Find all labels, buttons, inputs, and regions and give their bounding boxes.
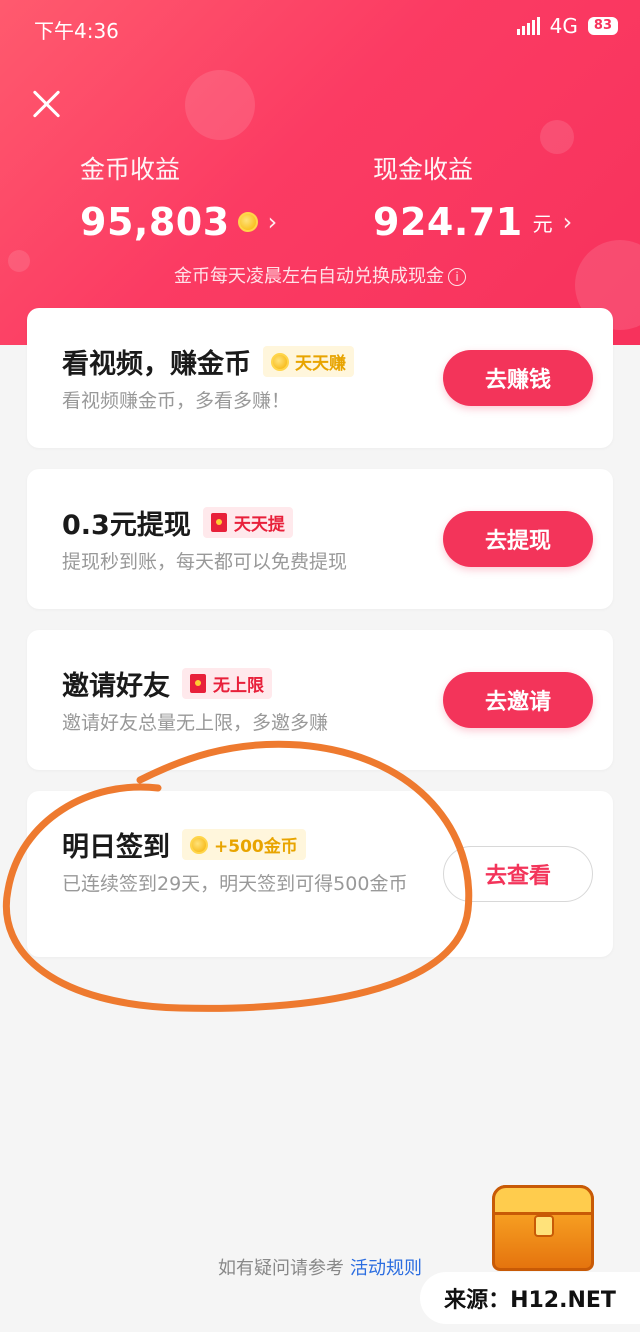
earnings-header: 下午4:36 4G 83 金币收益 95,803 › 现金收益 924.71 元… xyxy=(0,0,640,345)
coin-earnings-label: 金币收益 xyxy=(80,155,181,184)
status-right: 4G 83 xyxy=(516,14,618,38)
task-desc: 看视频赚金币，多看多赚！ xyxy=(62,390,291,412)
task-title: 0.3元提现 xyxy=(62,510,191,541)
chest-lid xyxy=(492,1185,594,1215)
footer-prefix: 如有疑问请参考 xyxy=(218,1258,344,1279)
red-envelope-icon xyxy=(210,513,227,532)
exchange-notice-text: 金币每天凌晨左右自动兑换成现金 xyxy=(174,266,444,287)
earn-money-button[interactable]: 去赚钱 xyxy=(443,350,593,406)
status-bar: 下午4:36 4G 83 xyxy=(0,0,640,54)
cash-unit: 元 xyxy=(532,211,553,236)
decor-bubble xyxy=(185,70,255,140)
task-title: 看视频，赚金币 xyxy=(62,349,251,380)
annotation-circle xyxy=(3,740,473,1012)
task-card-watch-video: 看视频，赚金币 天天赚 看视频赚金币，多看多赚！ 去赚钱 xyxy=(27,308,613,448)
exchange-notice: 金币每天凌晨左右自动兑换成现金 i xyxy=(0,262,640,288)
info-icon[interactable]: i xyxy=(448,268,466,286)
network-type: 4G xyxy=(549,14,578,38)
source-watermark: 来源：H12.NET xyxy=(420,1272,640,1324)
coin-earnings-value: 95,803 xyxy=(80,200,230,244)
lock-icon xyxy=(534,1215,554,1237)
task-title: 邀请好友 xyxy=(62,671,170,702)
task-tag-label: 无上限 xyxy=(213,676,264,696)
task-desc: 邀请好友总量无上限，多邀多赚 xyxy=(62,712,329,734)
rules-link[interactable]: 活动规则 xyxy=(350,1258,422,1279)
chevron-right-icon: › xyxy=(267,208,278,236)
withdraw-button[interactable]: 去提现 xyxy=(443,511,593,567)
close-icon[interactable] xyxy=(30,88,62,120)
task-tag: 无上限 xyxy=(182,668,272,699)
task-tag: 天天提 xyxy=(202,507,293,538)
invite-button[interactable]: 去邀请 xyxy=(443,672,593,728)
task-tag-label: 天天赚 xyxy=(295,354,346,374)
decor-bubble xyxy=(540,120,574,154)
signal-icon xyxy=(516,17,540,35)
cash-earnings-label: 现金收益 xyxy=(373,155,474,184)
red-envelope-icon xyxy=(190,674,206,693)
task-card-withdraw: 0.3元提现 天天提 提现秒到账，每天都可以免费提现 去提现 xyxy=(27,469,613,609)
task-tag: 天天赚 xyxy=(263,346,354,377)
coin-icon xyxy=(271,352,289,371)
coin-icon xyxy=(237,212,258,232)
coin-earnings[interactable]: 金币收益 95,803 › xyxy=(80,150,277,244)
battery-icon: 83 xyxy=(587,17,618,35)
cash-earnings[interactable]: 现金收益 924.71 元 › xyxy=(373,150,572,244)
chevron-right-icon: › xyxy=(562,208,573,236)
task-tag-label: 天天提 xyxy=(233,515,285,535)
status-time: 下午4:36 xyxy=(34,19,119,43)
task-desc: 提现秒到账，每天都可以免费提现 xyxy=(62,551,348,573)
cash-earnings-value: 924.71 xyxy=(373,200,523,244)
